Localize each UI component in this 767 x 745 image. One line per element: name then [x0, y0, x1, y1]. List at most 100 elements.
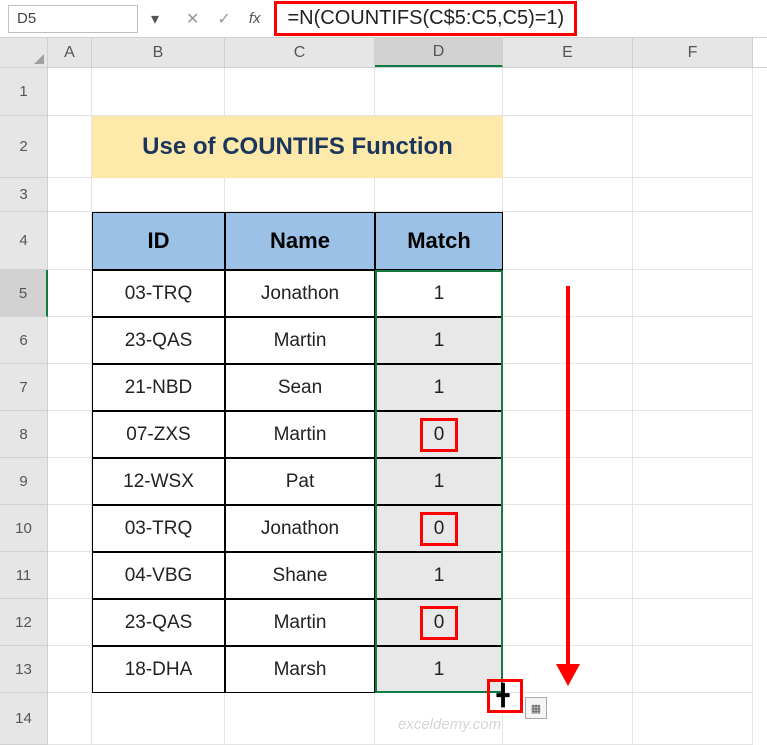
row-header-5[interactable]: 5 — [0, 270, 48, 317]
row-header-2[interactable]: 2 — [0, 116, 48, 178]
cell-A9[interactable] — [48, 458, 92, 505]
cell-B14[interactable] — [92, 693, 225, 745]
cell-A10[interactable] — [48, 505, 92, 552]
cell-name-8[interactable]: Martin — [225, 411, 375, 458]
cell-match-9[interactable]: 1 — [375, 458, 503, 505]
cancel-icon[interactable]: ✕ — [186, 9, 199, 29]
cell-B3[interactable] — [92, 178, 225, 212]
fill-handle-cursor-icon[interactable]: ╋ — [497, 683, 509, 708]
cell-F1[interactable] — [633, 68, 753, 116]
select-all-corner[interactable] — [0, 38, 48, 67]
row-header-4[interactable]: 4 — [0, 212, 48, 270]
cell-name-13[interactable]: Marsh — [225, 646, 375, 693]
cell-name-6[interactable]: Martin — [225, 317, 375, 364]
cell-F12[interactable] — [633, 599, 753, 646]
cell-F14[interactable] — [633, 693, 753, 745]
cell-F4[interactable] — [633, 212, 753, 270]
cell-name-10[interactable]: Jonathon — [225, 505, 375, 552]
cell-A2[interactable] — [48, 116, 92, 178]
col-header-B[interactable]: B — [92, 38, 225, 67]
cell-A11[interactable] — [48, 552, 92, 599]
cell-A1[interactable] — [48, 68, 92, 116]
col-header-E[interactable]: E — [503, 38, 633, 67]
cell-match-11[interactable]: 1 — [375, 552, 503, 599]
col-header-A[interactable]: A — [48, 38, 92, 67]
cell-F11[interactable] — [633, 552, 753, 599]
col-header-C[interactable]: C — [225, 38, 375, 67]
cell-D3[interactable] — [375, 178, 503, 212]
cell-name-11[interactable]: Shane — [225, 552, 375, 599]
row-header-8[interactable]: 8 — [0, 411, 48, 458]
cell-id-8[interactable]: 07-ZXS — [92, 411, 225, 458]
check-icon[interactable]: ✓ — [217, 9, 230, 29]
row-header-7[interactable]: 7 — [0, 364, 48, 411]
cell-match-8[interactable]: 0 — [375, 411, 503, 458]
col-header-F[interactable]: F — [633, 38, 753, 67]
name-box[interactable]: D5 — [8, 5, 138, 33]
cell-match-6[interactable]: 1 — [375, 317, 503, 364]
cell-match-13[interactable]: 1 — [375, 646, 503, 693]
cell-A5[interactable] — [48, 270, 92, 317]
cell-F8[interactable] — [633, 411, 753, 458]
cell-id-5[interactable]: 03-TRQ — [92, 270, 225, 317]
cell-id-11[interactable]: 04-VBG — [92, 552, 225, 599]
formula-input[interactable]: =N(COUNTIFS(C$5:C5,C5)=1) — [274, 1, 577, 36]
cell-F5[interactable] — [633, 270, 753, 317]
cell-id-9[interactable]: 12-WSX — [92, 458, 225, 505]
cell-name-12[interactable]: Martin — [225, 599, 375, 646]
col-header-D[interactable]: D — [375, 38, 503, 67]
row-header-11[interactable]: 11 — [0, 552, 48, 599]
cell-A3[interactable] — [48, 178, 92, 212]
cell-A14[interactable] — [48, 693, 92, 745]
cell-match-5[interactable]: 1 — [375, 270, 503, 317]
cell-C3[interactable] — [225, 178, 375, 212]
cell-E4[interactable] — [503, 212, 633, 270]
cell-A7[interactable] — [48, 364, 92, 411]
fx-icon[interactable]: fx — [249, 10, 261, 27]
header-id[interactable]: ID — [92, 212, 225, 270]
cell-match-12[interactable]: 0 — [375, 599, 503, 646]
row-header-1[interactable]: 1 — [0, 68, 48, 116]
cell-name-9[interactable]: Pat — [225, 458, 375, 505]
row-header-6[interactable]: 6 — [0, 317, 48, 364]
cell-F6[interactable] — [633, 317, 753, 364]
cell-name-7[interactable]: Sean — [225, 364, 375, 411]
cell-E3[interactable] — [503, 178, 633, 212]
row-header-9[interactable]: 9 — [0, 458, 48, 505]
cell-D1[interactable] — [375, 68, 503, 116]
cell-F9[interactable] — [633, 458, 753, 505]
row-header-14[interactable]: 14 — [0, 693, 48, 745]
cell-B1[interactable] — [92, 68, 225, 116]
cell-id-10[interactable]: 03-TRQ — [92, 505, 225, 552]
cell-id-7[interactable]: 21-NBD — [92, 364, 225, 411]
cell-E1[interactable] — [503, 68, 633, 116]
cell-C1[interactable] — [225, 68, 375, 116]
header-match[interactable]: Match — [375, 212, 503, 270]
row-header-12[interactable]: 12 — [0, 599, 48, 646]
cell-name-5[interactable]: Jonathon — [225, 270, 375, 317]
cell-match-7[interactable]: 1 — [375, 364, 503, 411]
cell-id-6[interactable]: 23-QAS — [92, 317, 225, 364]
title-cell[interactable]: Use of COUNTIFS Function — [92, 116, 503, 178]
header-name[interactable]: Name — [225, 212, 375, 270]
cell-id-12[interactable]: 23-QAS — [92, 599, 225, 646]
cell-F3[interactable] — [633, 178, 753, 212]
cell-A13[interactable] — [48, 646, 92, 693]
row-header-10[interactable]: 10 — [0, 505, 48, 552]
cell-match-10[interactable]: 0 — [375, 505, 503, 552]
cell-F2[interactable] — [633, 116, 753, 178]
cell-F13[interactable] — [633, 646, 753, 693]
cell-F10[interactable] — [633, 505, 753, 552]
cell-E2[interactable] — [503, 116, 633, 178]
row-header-3[interactable]: 3 — [0, 178, 48, 212]
cell-id-13[interactable]: 18-DHA — [92, 646, 225, 693]
autofill-options-button[interactable]: ▦ — [525, 697, 547, 719]
cell-A8[interactable] — [48, 411, 92, 458]
cell-A6[interactable] — [48, 317, 92, 364]
row-header-13[interactable]: 13 — [0, 646, 48, 693]
cell-A12[interactable] — [48, 599, 92, 646]
cell-A4[interactable] — [48, 212, 92, 270]
cell-F7[interactable] — [633, 364, 753, 411]
cell-C14[interactable] — [225, 693, 375, 745]
name-box-dropdown[interactable]: ▾ — [138, 9, 172, 29]
